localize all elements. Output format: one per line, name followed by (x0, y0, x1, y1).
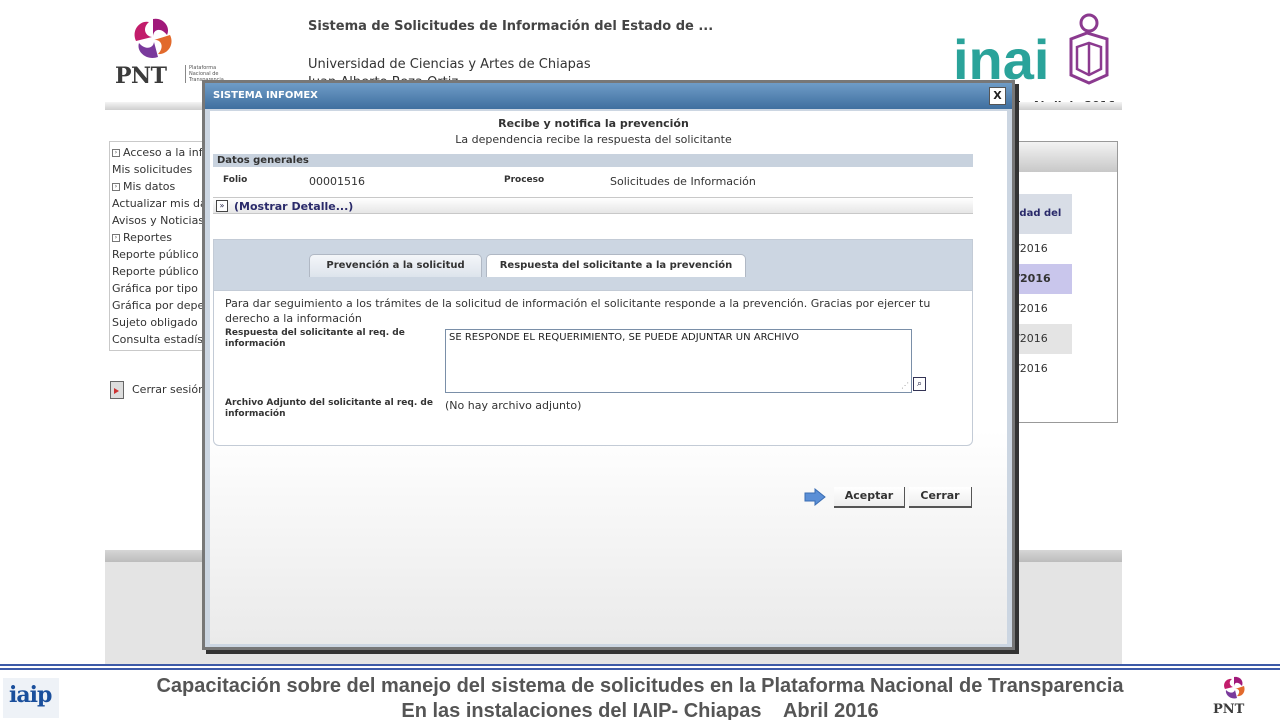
table-row[interactable]: /2016 (1014, 294, 1072, 324)
table-row[interactable]: /2016 (1014, 264, 1072, 294)
table-header-cell[interactable]: idad del (1014, 194, 1072, 234)
footer-caption: Capacitación sobre del manejo del sistem… (0, 674, 1280, 720)
tabs-panel: Prevención a la solicitud Respuesta del … (213, 239, 973, 446)
close-button[interactable]: Cerrar (909, 487, 972, 508)
folio-value: 00001516 (309, 175, 365, 188)
dialog-close-button[interactable]: X (989, 87, 1006, 105)
screenshot-stage: PNT Plataforma Nacional de Transparencia… (0, 0, 1280, 720)
response-textarea[interactable]: SE RESPONDE EL REQUERIMIENTO, SE PUEDE A… (445, 329, 912, 393)
proceso-value: Solicitudes de Información (610, 175, 756, 188)
university-name: Universidad de Ciencias y Artes de Chiap… (308, 57, 591, 72)
attachment-label: Archivo Adjunto del solicitante al req. … (225, 398, 433, 419)
tab-strip: Prevención a la solicitud Respuesta del … (214, 240, 972, 290)
pnt-wordmark: PNT (115, 63, 167, 89)
logout-icon (110, 381, 124, 399)
table-header (1014, 142, 1117, 172)
box-icon: › (112, 183, 120, 191)
instruction-text: Para dar seguimiento a los trámites de l… (225, 297, 931, 325)
box-icon: › (112, 149, 120, 157)
dialog-body: Recibe y notifica la prevención La depen… (210, 111, 1007, 644)
dialog-title: SISTEMA INFOMEX (213, 90, 318, 101)
tab-prevencion[interactable]: Prevención a la solicitud (309, 254, 482, 277)
resize-grip-icon[interactable]: ⋰ (901, 381, 909, 390)
system-title: Sistema de Solicitudes de Información de… (308, 19, 714, 34)
process-subtitle: La dependencia recibe la respuesta del s… (455, 133, 732, 146)
inai-logo: inai (953, 13, 1109, 89)
pnt-small-wordmark: PNT (1213, 702, 1245, 717)
general-data-header: Datos generales (213, 154, 973, 167)
table-row[interactable]: /2016 (1014, 354, 1072, 384)
logout-link[interactable]: Cerrar sesión (110, 381, 205, 399)
table-row[interactable]: /2016 (1014, 234, 1072, 264)
magnify-icon[interactable]: ⌕ (913, 377, 926, 391)
response-label: Respuesta del solicitante al req. de inf… (225, 328, 405, 349)
infomex-dialog: SISTEMA INFOMEX X Recibe y notifica la p… (202, 80, 1015, 650)
dialog-titlebar: SISTEMA INFOMEX X (205, 83, 1012, 109)
arrow-right-icon (804, 488, 826, 506)
footer-divider (0, 668, 1280, 670)
accept-button[interactable]: Aceptar (834, 487, 905, 508)
process-title: Recibe y notifica la prevención (498, 117, 689, 130)
expand-icon[interactable]: » (216, 200, 228, 212)
box-icon: › (112, 234, 120, 242)
footer-divider (0, 664, 1280, 666)
proceso-label: Proceso (504, 175, 545, 185)
show-detail-link[interactable]: (Mostrar Detalle...) (234, 200, 353, 213)
folio-label: Folio (223, 175, 248, 185)
requests-table: idad del /2016 /2016 /2016 /2016 /2016 (1013, 141, 1118, 423)
attachment-value: (No hay archivo adjunto) (445, 399, 582, 412)
footer-line-2: En las instalaciones del IAIP- Chiapas A… (401, 700, 879, 720)
tab-content: Para dar seguimiento a los trámites de l… (214, 290, 972, 445)
footer-line-1: Capacitación sobre del manejo del sistem… (156, 675, 1124, 697)
detail-bar: » (Mostrar Detalle...) (213, 197, 973, 214)
table-row[interactable]: /2016 (1014, 324, 1072, 354)
tab-respuesta[interactable]: Respuesta del solicitante a la prevenció… (486, 254, 746, 277)
